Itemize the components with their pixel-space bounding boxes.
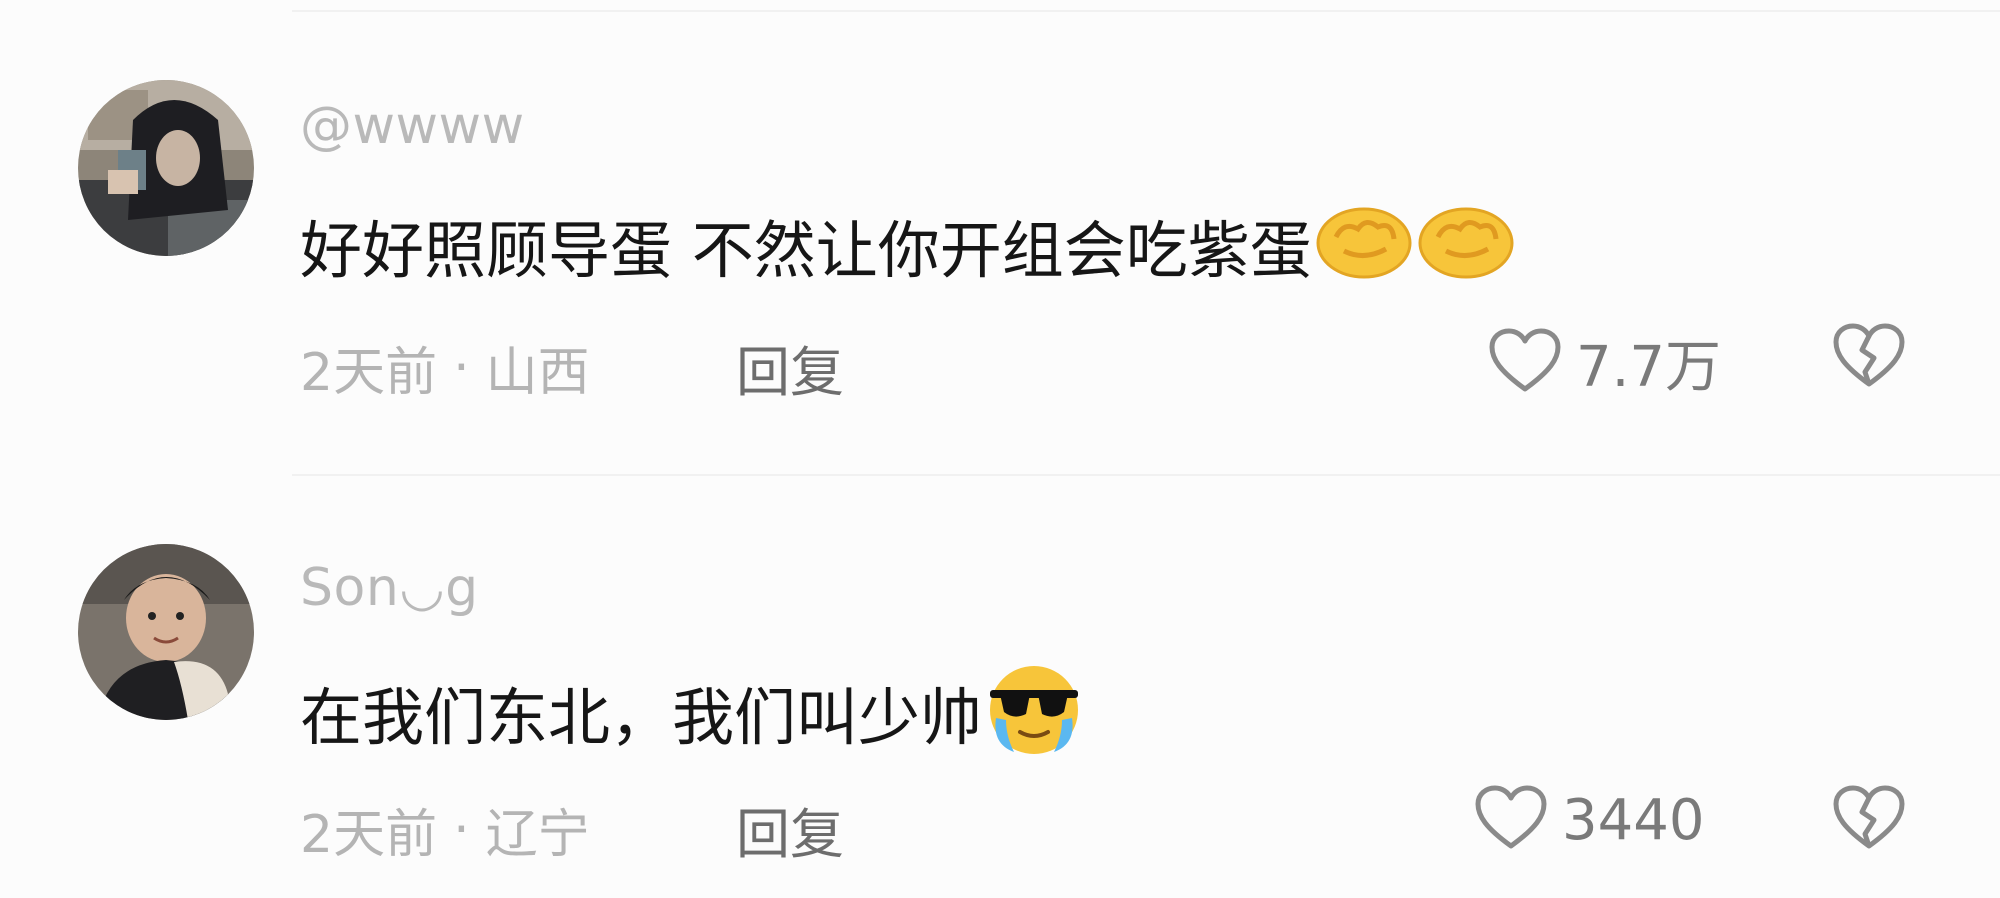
cool-crying-emoji xyxy=(984,660,1084,764)
fist-emoji xyxy=(1314,203,1414,287)
comment-time: 2天前 xyxy=(300,343,438,403)
avatar[interactable] xyxy=(78,544,254,720)
comment-text-row: 在我们东北，我们叫少帅 xyxy=(300,660,1084,764)
like-button[interactable]: 3440 xyxy=(1474,784,1705,856)
comment-location: 山西 xyxy=(485,343,590,403)
comment-meta: 2天前 · 山西 xyxy=(300,330,590,405)
comment-time: 2天前 xyxy=(300,805,438,865)
username[interactable]: Son◡g xyxy=(300,558,479,618)
comment-meta: 2天前 · 辽宁 xyxy=(300,792,590,867)
meta-separator: · xyxy=(453,337,470,398)
comment-location: 辽宁 xyxy=(485,805,590,865)
avatar[interactable] xyxy=(78,80,254,256)
username[interactable]: @wwww xyxy=(300,96,525,156)
divider xyxy=(292,10,2000,12)
fist-emoji xyxy=(1416,203,1516,287)
broken-heart-outline-icon[interactable] xyxy=(1832,322,1906,394)
reply-button[interactable]: 回复 xyxy=(736,328,844,407)
meta-separator: · xyxy=(453,799,470,860)
comment-list: @wwww 好好照顾导蛋 不然让你开组会吃紫蛋 2天前 · 山西 回复 7.7万… xyxy=(0,0,2000,898)
broken-heart-outline-icon[interactable] xyxy=(1832,784,1906,856)
comment-text-row: 好好照顾导蛋 不然让你开组会吃紫蛋 xyxy=(300,200,1516,290)
like-count: 7.7万 xyxy=(1576,335,1722,400)
comment-text: 在我们东北，我们叫少帅 xyxy=(300,681,983,754)
comment-text: 好好照顾导蛋 不然让你开组会吃紫蛋 xyxy=(300,214,1312,287)
reply-button[interactable]: 回复 xyxy=(736,790,844,869)
like-button[interactable]: 7.7万 xyxy=(1488,322,1721,403)
like-count: 3440 xyxy=(1562,787,1705,853)
heart-outline-icon[interactable] xyxy=(1474,784,1548,856)
divider xyxy=(292,474,2000,476)
heart-outline-icon[interactable] xyxy=(1488,327,1562,399)
